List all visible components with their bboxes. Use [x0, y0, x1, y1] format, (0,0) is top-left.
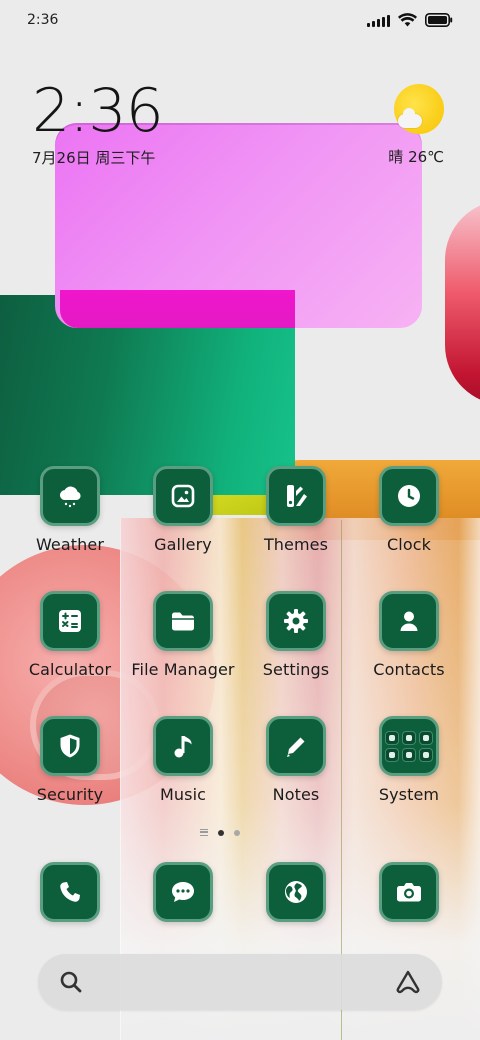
wifi-icon	[398, 13, 417, 27]
app-label: Music	[159, 785, 207, 804]
weather-icon	[40, 466, 100, 526]
app-gallery[interactable]: Gallery	[128, 466, 238, 554]
search-icon	[58, 969, 84, 999]
app-label: Gallery	[154, 535, 212, 554]
clock-icon	[379, 466, 439, 526]
status-bar: 2:36	[0, 0, 480, 42]
assistant-icon[interactable]	[394, 969, 422, 999]
dock-browser[interactable]	[241, 862, 351, 922]
cloud-icon	[398, 108, 422, 128]
folder-preview-icon	[379, 716, 439, 776]
app-clock[interactable]: Clock	[354, 466, 464, 554]
calculator-icon	[40, 591, 100, 651]
pencil-icon	[266, 716, 326, 776]
camera-icon	[379, 862, 439, 922]
signal-icon	[367, 14, 390, 27]
dock-phone[interactable]	[15, 862, 125, 922]
app-label: System	[378, 785, 440, 804]
app-security[interactable]: Security	[15, 716, 125, 804]
app-label: File Manager	[131, 660, 235, 679]
widget-date: 7月26日 周三下午	[32, 149, 156, 167]
status-time: 2:36	[27, 12, 59, 28]
app-label: Weather	[35, 535, 105, 554]
folder-icon	[153, 591, 213, 651]
app-label: Clock	[387, 535, 431, 554]
folder-system[interactable]: System	[354, 716, 464, 804]
app-themes[interactable]: Themes	[241, 466, 351, 554]
weather-summary: 晴 26℃	[388, 148, 444, 166]
app-music[interactable]: Music	[128, 716, 238, 804]
app-calculator[interactable]: Calculator	[15, 591, 125, 679]
battery-icon	[425, 13, 453, 27]
app-label: Notes	[272, 785, 320, 804]
globe-icon	[266, 862, 326, 922]
app-drawer-indicator-icon	[200, 829, 208, 836]
page-dot-active	[218, 829, 224, 836]
gear-icon	[266, 591, 326, 651]
app-weather[interactable]: Weather	[15, 466, 125, 554]
app-file-manager[interactable]: File Manager	[128, 591, 238, 679]
page-indicator[interactable]	[200, 829, 240, 836]
person-icon	[379, 591, 439, 651]
page-dot	[234, 829, 240, 836]
clock-widget[interactable]: 2:36 7月26日 周三下午	[32, 76, 164, 168]
weather-widget[interactable]: 晴 26℃	[354, 84, 444, 168]
app-label: Settings	[262, 660, 330, 679]
shield-icon	[40, 716, 100, 776]
app-settings[interactable]: Settings	[241, 591, 351, 679]
messages-icon	[153, 862, 213, 922]
app-notes[interactable]: Notes	[241, 716, 351, 804]
brush-palette-icon	[266, 466, 326, 526]
search-bar[interactable]	[38, 954, 442, 1010]
phone-icon	[40, 862, 100, 922]
app-label: Themes	[263, 535, 329, 554]
app-label: Security	[36, 785, 104, 804]
image-icon	[153, 466, 213, 526]
dock-messages[interactable]	[128, 862, 238, 922]
app-label: Calculator	[28, 660, 112, 679]
music-note-icon	[153, 716, 213, 776]
app-label: Contacts	[373, 660, 445, 679]
widget-time: 2:36	[32, 76, 164, 146]
app-contacts[interactable]: Contacts	[354, 591, 464, 679]
dock-camera[interactable]	[354, 862, 464, 922]
